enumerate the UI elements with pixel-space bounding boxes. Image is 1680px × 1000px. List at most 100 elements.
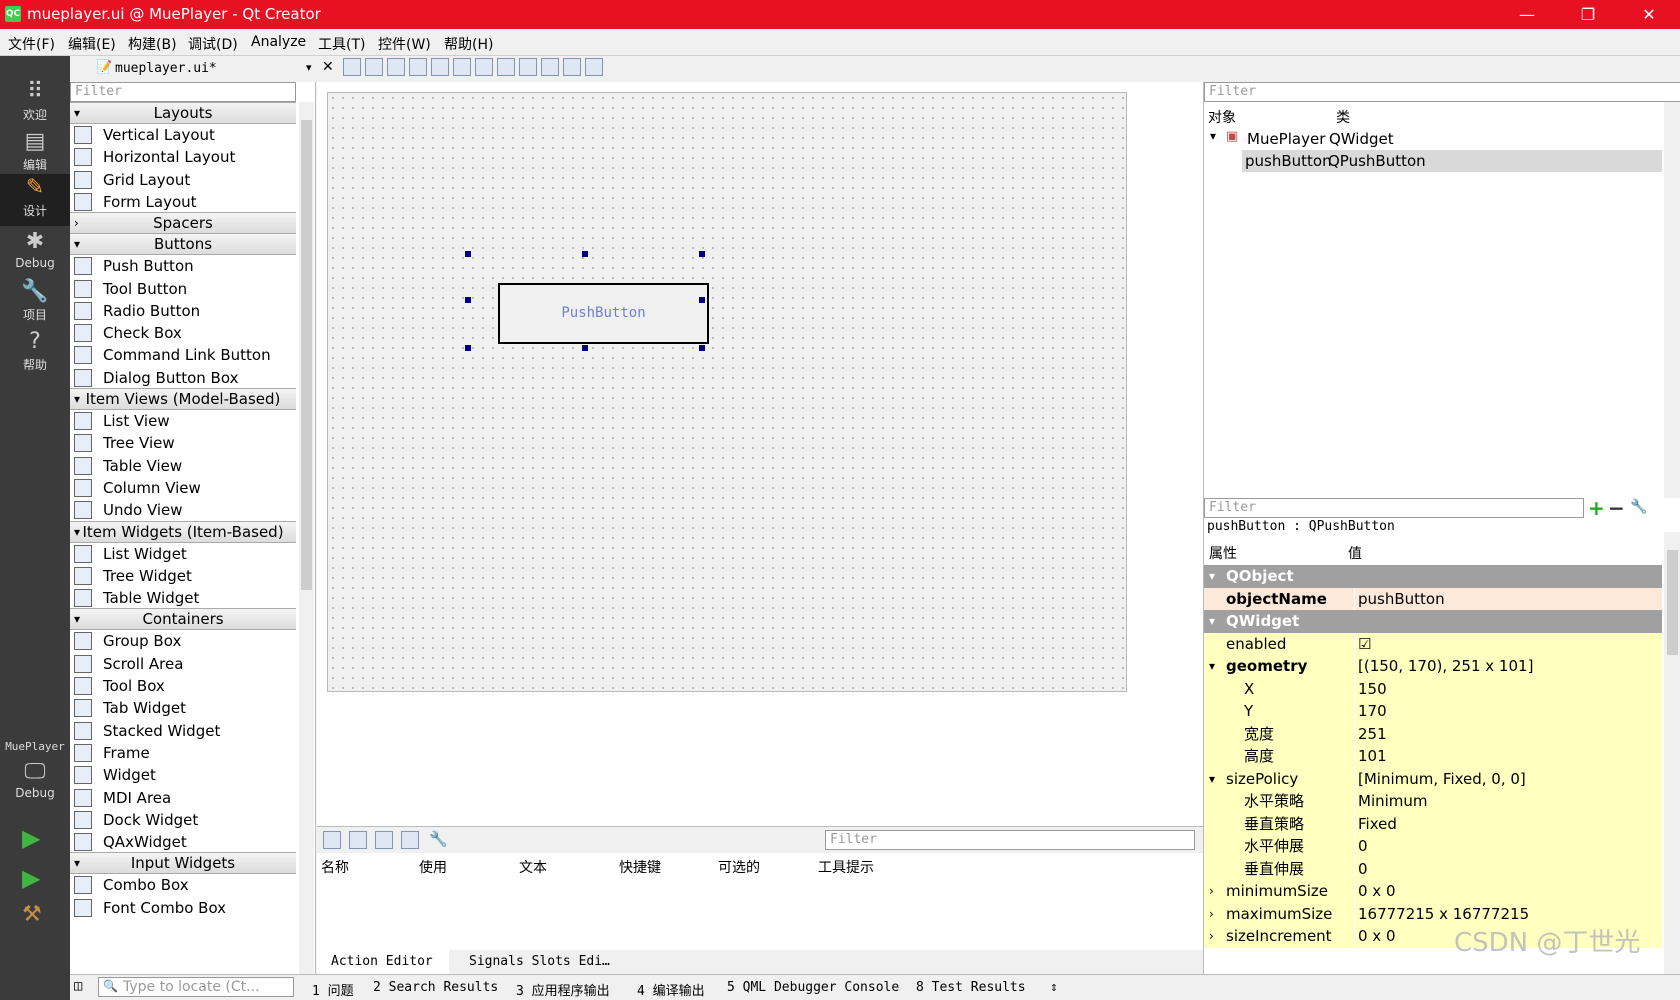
resize-handle[interactable]	[699, 345, 705, 351]
widget-item[interactable]: Column View	[70, 476, 296, 500]
widget-item[interactable]: List View	[70, 409, 296, 433]
property-row[interactable]: 高度 101	[1204, 745, 1662, 769]
property-value[interactable]: [(150, 170), 251 x 101]	[1358, 655, 1533, 678]
column-object[interactable]: 对象	[1208, 107, 1236, 127]
chevron-right-icon[interactable]: ›	[1209, 903, 1214, 926]
layout-horizontal-icon[interactable]	[431, 58, 449, 76]
mode-help[interactable]: ? 帮助	[0, 328, 70, 380]
close-file-icon[interactable]: ✕	[322, 59, 334, 75]
widget-item[interactable]: Font Combo Box	[70, 896, 296, 920]
widget-category[interactable]: ▾ Layouts	[70, 102, 296, 124]
widget-item[interactable]: Grid Layout	[70, 168, 296, 192]
output-test-results[interactable]: 8 Test Results	[916, 980, 1026, 995]
new-action-icon[interactable]	[323, 831, 341, 849]
chevron-down-icon[interactable]: ▾	[74, 389, 80, 409]
chevron-down-icon[interactable]: ▾	[1209, 610, 1215, 633]
property-value[interactable]: [Minimum, Fixed, 0, 0]	[1358, 768, 1526, 791]
widget-item[interactable]: Tool Box	[70, 674, 296, 698]
widget-item[interactable]: Horizontal Layout	[70, 145, 296, 169]
resize-handle[interactable]	[465, 297, 471, 303]
resize-handle[interactable]	[582, 251, 588, 257]
toggle-sidebar-icon[interactable]: ◫	[74, 978, 82, 994]
mode-debug[interactable]: ✱ Debug	[0, 228, 70, 280]
column-property[interactable]: 属性	[1209, 543, 1237, 563]
widget-item[interactable]: Scroll Area	[70, 652, 296, 676]
widget-item[interactable]: Radio Button	[70, 299, 296, 323]
column-value[interactable]: 值	[1348, 543, 1362, 563]
column-class[interactable]: 类	[1336, 107, 1350, 127]
widget-item[interactable]: Table View	[70, 454, 296, 478]
property-value[interactable]: 0	[1358, 858, 1368, 881]
widget-filter-input[interactable]: Filter	[70, 82, 296, 102]
push-button-widget[interactable]: PushButton	[498, 283, 709, 344]
chevron-down-icon[interactable]: ▾	[74, 103, 80, 123]
widget-category[interactable]: ▾ Buttons	[70, 233, 296, 256]
widget-item[interactable]: Tool Button	[70, 277, 296, 301]
widget-item[interactable]: Push Button	[70, 254, 296, 278]
menu-tools[interactable]: 工具(T)	[318, 34, 365, 54]
locator-input[interactable]: 🔍 Type to locate (Ct...	[98, 977, 294, 997]
chevron-down-icon[interactable]: ▾	[1209, 768, 1215, 791]
object-inspector-scrollbar[interactable]	[1664, 102, 1680, 498]
column-shortcut[interactable]: 快捷键	[619, 857, 661, 877]
edit-signals-icon[interactable]	[365, 58, 383, 76]
action-filter-input[interactable]: Filter	[825, 830, 1195, 850]
tree-row-pushbutton[interactable]: pushButton QPushButton	[1242, 150, 1662, 172]
debug-run-button[interactable]: ▶	[22, 864, 40, 892]
property-filter-input[interactable]: Filter	[1204, 498, 1584, 518]
property-value[interactable]: Fixed	[1358, 813, 1397, 836]
widget-item[interactable]: Tree View	[70, 431, 296, 455]
menu-analyze[interactable]: Analyze	[251, 34, 306, 50]
property-value[interactable]: 0 x 0	[1358, 880, 1396, 903]
menu-edit[interactable]: 编辑(E)	[68, 34, 116, 54]
widget-category[interactable]: ▾ Input Widgets	[70, 852, 296, 875]
widget-item[interactable]: Command Link Button	[70, 343, 296, 367]
object-filter-input[interactable]: Filter	[1204, 82, 1680, 102]
add-property-icon[interactable]: +	[1588, 496, 1605, 520]
property-value[interactable]: 101	[1358, 745, 1387, 768]
edit-tab-order-icon[interactable]	[409, 58, 427, 76]
tab-action-editor[interactable]: Action Editor	[331, 954, 433, 969]
layout-h-splitter-icon[interactable]	[475, 58, 493, 76]
column-used[interactable]: 使用	[419, 857, 447, 877]
widget-item[interactable]: Stacked Widget	[70, 719, 296, 743]
widget-item[interactable]: Undo View	[70, 498, 296, 522]
chevron-right-icon[interactable]: ›	[1209, 925, 1214, 948]
widget-item[interactable]: Table Widget	[70, 586, 296, 610]
property-value[interactable]: pushButton	[1358, 588, 1445, 611]
column-checkable[interactable]: 可选的	[718, 857, 760, 877]
property-row[interactable]: 水平伸展 0	[1204, 835, 1662, 859]
output-compile[interactable]: 4 编译输出	[637, 980, 705, 999]
property-value[interactable]: 170	[1358, 700, 1387, 723]
break-layout-icon[interactable]	[563, 58, 581, 76]
resize-handle[interactable]	[582, 345, 588, 351]
widget-item[interactable]: Frame	[70, 741, 296, 765]
property-value[interactable]: 150	[1358, 678, 1387, 701]
widget-item[interactable]: Combo Box	[70, 873, 296, 897]
delete-action-icon[interactable]	[401, 831, 419, 849]
expand-arrow-icon[interactable]: ▾	[1210, 129, 1216, 143]
adjust-size-icon[interactable]	[585, 58, 603, 76]
property-row[interactable]: enabled ☑	[1204, 632, 1662, 657]
minimize-button[interactable]: —	[1504, 0, 1550, 29]
chevron-right-icon[interactable]: ›	[74, 213, 79, 233]
mode-welcome[interactable]: ⠿ 欢迎	[0, 78, 70, 130]
widget-item[interactable]: MDI Area	[70, 786, 296, 810]
copy-action-icon[interactable]	[349, 831, 367, 849]
layout-vertical-icon[interactable]	[453, 58, 471, 76]
output-application[interactable]: 3 应用程序输出	[516, 980, 610, 999]
close-button[interactable]: ✕	[1626, 0, 1672, 29]
edit-buddies-icon[interactable]	[387, 58, 405, 76]
configure-icon[interactable]: 🔧	[429, 830, 448, 848]
edit-widgets-icon[interactable]	[343, 58, 361, 76]
widget-item[interactable]: Tab Widget	[70, 696, 296, 720]
more-outputs-icon[interactable]: ⇕	[1050, 980, 1058, 995]
widget-item[interactable]: Tree Widget	[70, 564, 296, 588]
property-value[interactable]: 0	[1358, 835, 1368, 858]
property-row[interactable]: Y 170	[1204, 700, 1662, 724]
property-value[interactable]: 0 x 0	[1358, 925, 1396, 948]
property-row[interactable]: ▾ sizePolicy [Minimum, Fixed, 0, 0]	[1204, 767, 1662, 792]
property-row[interactable]: 垂直伸展 0	[1204, 857, 1662, 882]
menu-debug[interactable]: 调试(D)	[188, 34, 238, 54]
chevron-down-icon[interactable]: ▾	[74, 853, 80, 873]
